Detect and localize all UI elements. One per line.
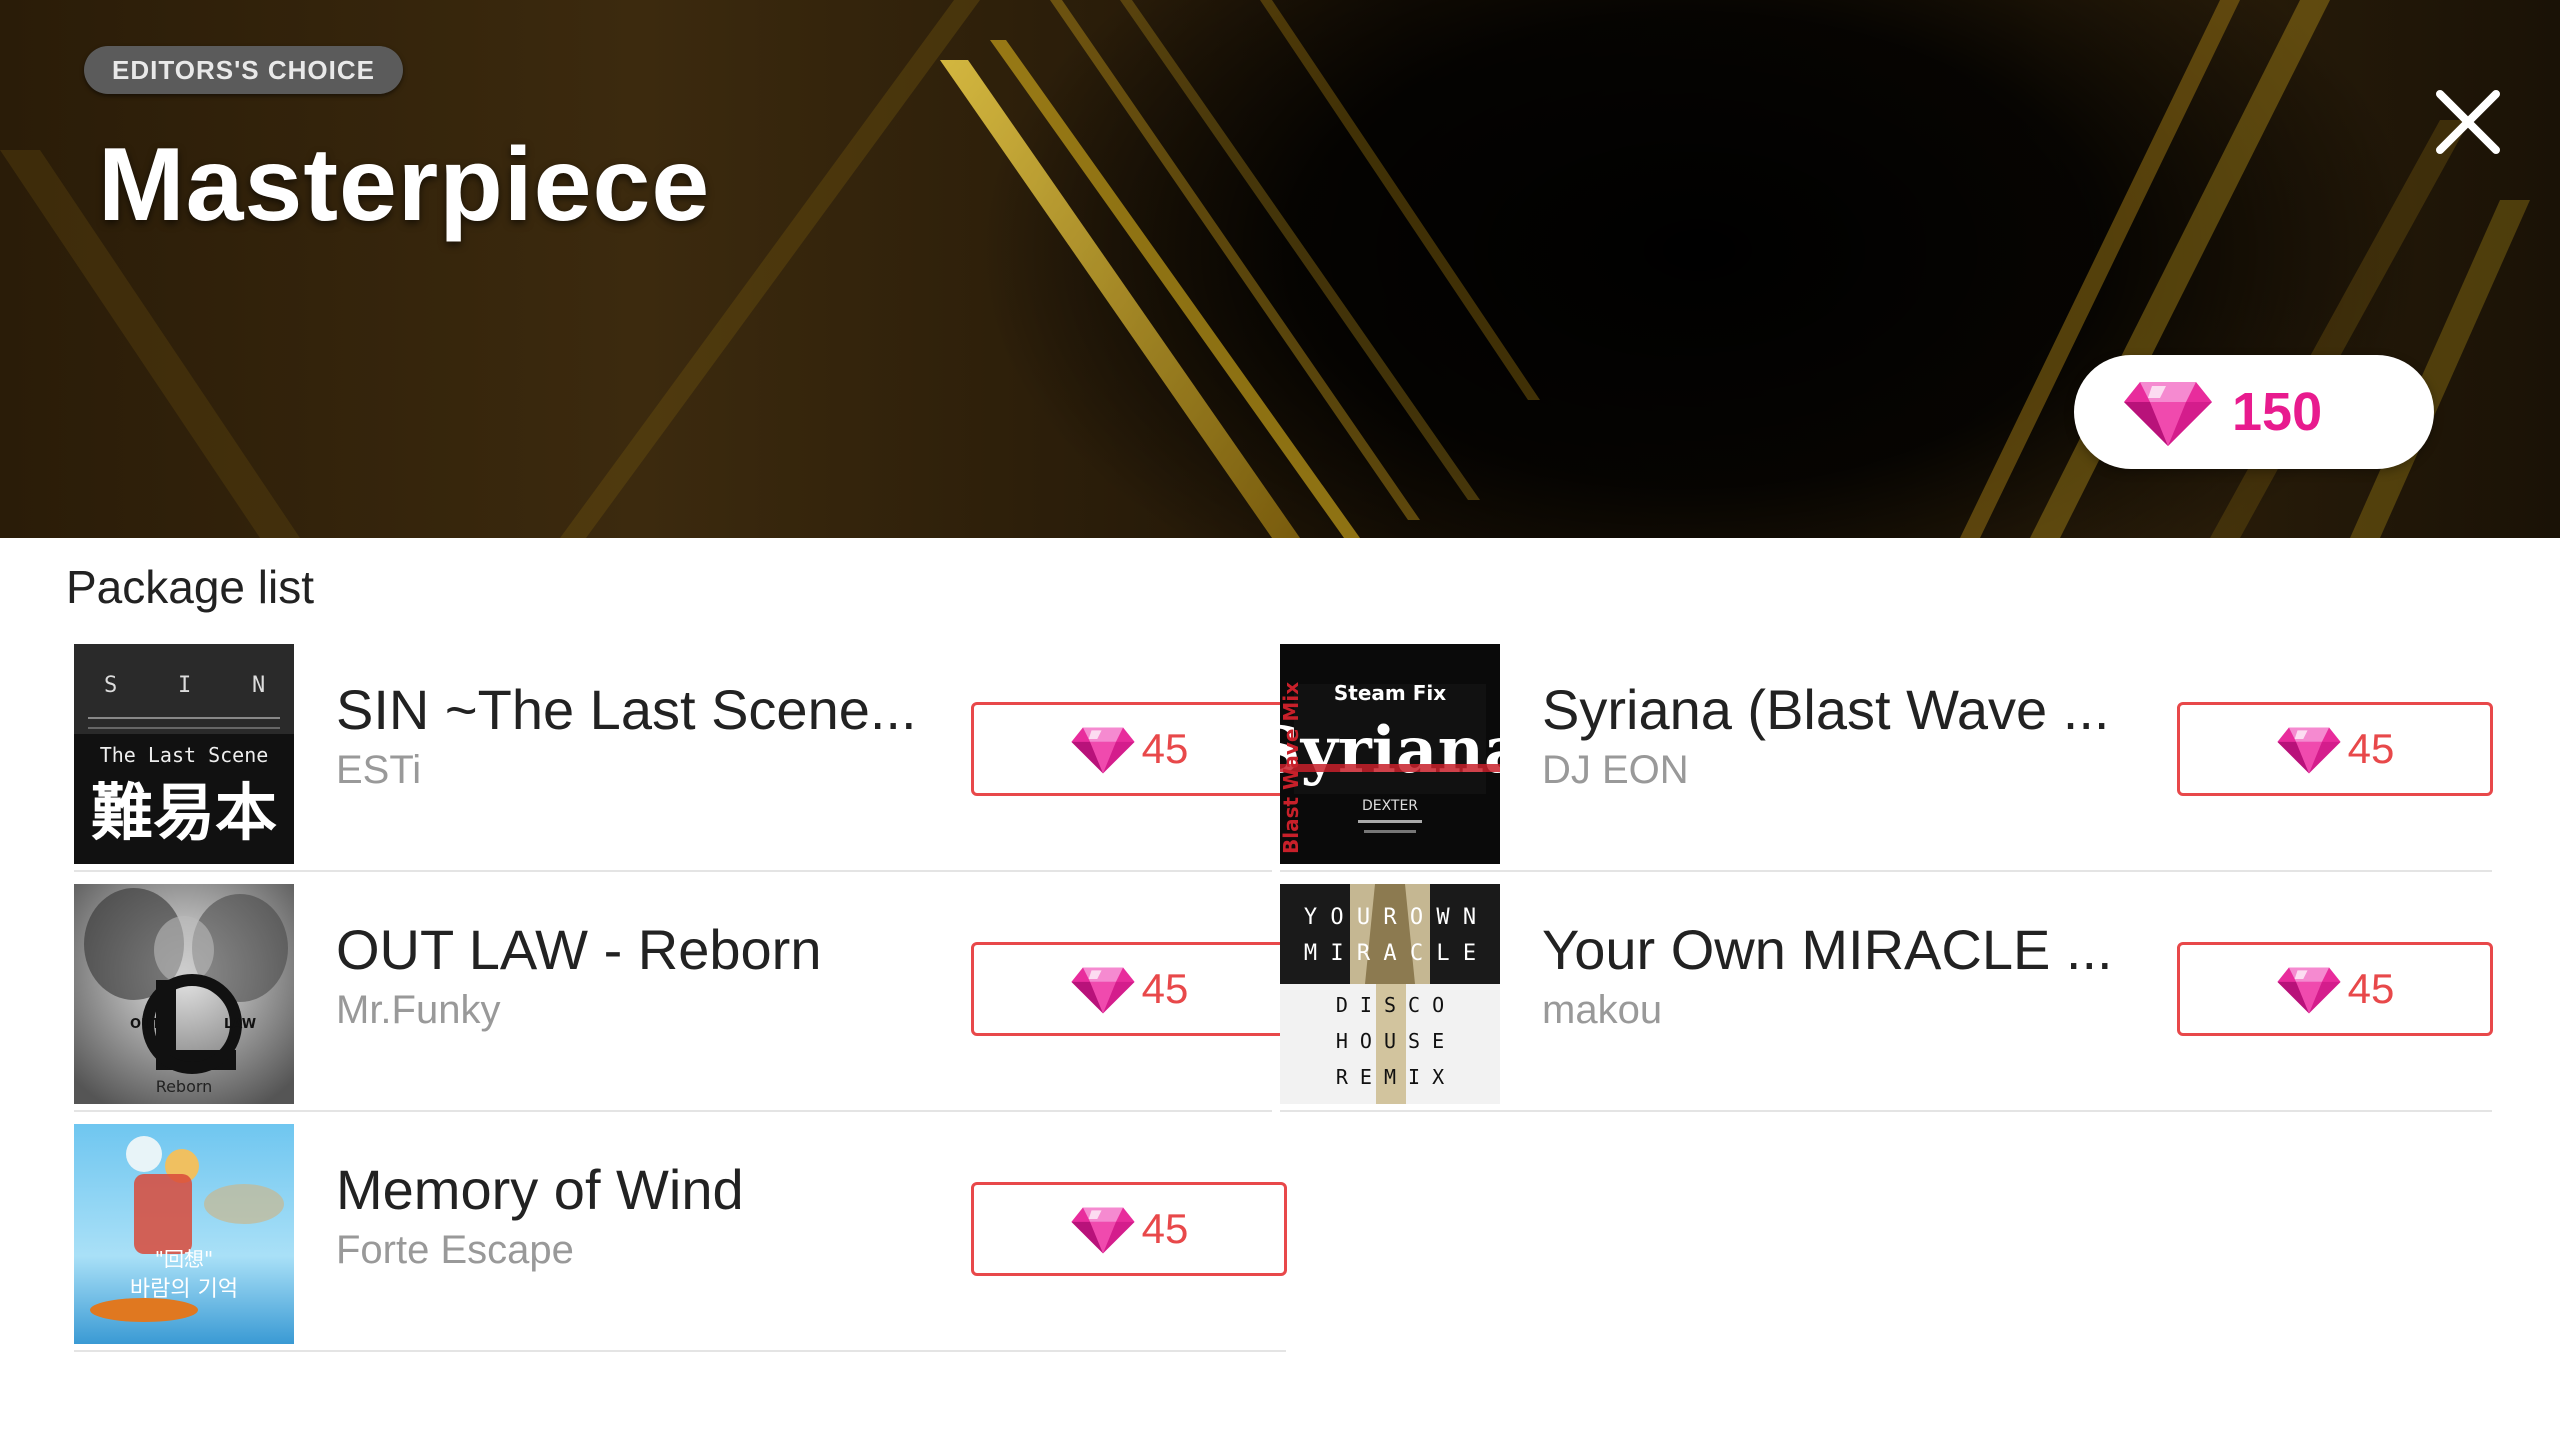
svg-text:I: I <box>178 673 191 698</box>
list-item[interactable]: Y O U R O W N M I R A C L E D I S C O H … <box>1272 880 2493 1120</box>
svg-text:LAW: LAW <box>224 1017 256 1032</box>
svg-text:N: N <box>252 673 265 698</box>
svg-text:Syriana: Syriana <box>1280 713 1500 788</box>
list-item[interactable]: OUT LAW Reborn OUT LAW - Reborn Mr.Funky… <box>66 880 1287 1120</box>
song-title: OUT LAW - Reborn <box>336 918 822 981</box>
song-artist: Mr.Funky <box>336 988 501 1032</box>
song-title: SIN ~The Last Scene... <box>336 678 917 741</box>
album-cover: "回想" 바람의 기억 <box>74 1124 294 1344</box>
header-banner: EDITORS'S CHOICE Masterpiece 150 <box>0 0 2560 538</box>
buy-song-button[interactable]: 45 <box>971 942 1287 1036</box>
gem-icon <box>1071 1207 1135 1254</box>
song-title: Your Own MIRACLE ... <box>1542 918 2113 981</box>
buy-song-button[interactable]: 45 <box>971 1182 1287 1276</box>
album-cover: Steam Fix Syriana Blast Wave Mix DEXTER <box>1280 644 1500 864</box>
page-title: Masterpiece <box>98 127 711 243</box>
gem-icon <box>2277 967 2341 1014</box>
buy-all-button[interactable]: 150 <box>2074 355 2434 469</box>
list-item[interactable]: "回想" 바람의 기억 Memory of Wind Forte Escape … <box>66 1120 1287 1360</box>
svg-text:難易本: 難易本 <box>91 776 277 849</box>
song-price: 45 <box>1141 965 1189 1012</box>
svg-text:Y O U R O W N: Y O U R O W N <box>1304 905 1476 930</box>
buy-song-button[interactable]: 45 <box>971 702 1287 796</box>
svg-text:D I S C O: D I S C O <box>1336 993 1444 1017</box>
song-price: 45 <box>2347 965 2395 1012</box>
svg-text:H O U S E: H O U S E <box>1336 1029 1444 1053</box>
song-artist: ESTi <box>336 748 422 792</box>
gem-icon <box>2277 727 2341 774</box>
svg-text:Blast Wave Mix: Blast Wave Mix <box>1280 682 1303 854</box>
song-title: Memory of Wind <box>336 1158 744 1221</box>
gem-icon <box>1071 967 1135 1014</box>
song-artist: Forte Escape <box>336 1228 574 1272</box>
svg-text:"回想": "回想" <box>155 1247 213 1271</box>
svg-text:M I R A C L E: M I R A C L E <box>1304 941 1476 966</box>
gem-icon <box>1071 727 1135 774</box>
list-item[interactable]: S I N The Last Scene 難易本 SIN ~The Last S… <box>66 640 1287 880</box>
svg-text:The Last Scene: The Last Scene <box>100 743 269 767</box>
song-artist: DJ EON <box>1542 748 1689 792</box>
album-cover: S I N The Last Scene 難易本 <box>74 644 294 864</box>
album-cover: Y O U R O W N M I R A C L E D I S C O H … <box>1280 884 1500 1104</box>
list-item[interactable]: Steam Fix Syriana Blast Wave Mix DEXTER … <box>1272 640 2493 880</box>
package-list-heading: Package list <box>66 561 315 613</box>
svg-text:OUT: OUT <box>130 1017 161 1032</box>
row-divider <box>1280 870 2492 872</box>
svg-text:R E M I X: R E M I X <box>1336 1065 1444 1089</box>
song-title: Syriana (Blast Wave ... <box>1542 678 2110 741</box>
row-divider <box>74 870 1272 872</box>
svg-text:Steam Fix: Steam Fix <box>1334 681 1446 705</box>
close-icon <box>2436 90 2500 154</box>
row-divider <box>1280 1110 2492 1112</box>
row-divider <box>74 1350 1286 1352</box>
song-price: 45 <box>1141 1205 1189 1252</box>
song-price: 45 <box>2347 725 2395 772</box>
row-divider <box>74 1110 1272 1112</box>
svg-text:바람의 기억: 바람의 기억 <box>130 1277 238 1302</box>
buy-song-button[interactable]: 45 <box>2177 942 2493 1036</box>
gem-icon <box>2124 382 2212 446</box>
album-cover: OUT LAW Reborn <box>74 884 294 1104</box>
svg-text:DEXTER: DEXTER <box>1362 798 1418 814</box>
svg-text:Reborn: Reborn <box>156 1077 213 1096</box>
package-detail-screen: EDITORS'S CHOICE Masterpiece 150 Package… <box>0 0 2560 1440</box>
editors-choice-badge: EDITORS'S CHOICE <box>84 46 403 94</box>
song-price: 45 <box>1141 725 1189 772</box>
package-price: 150 <box>2232 382 2323 442</box>
close-button[interactable] <box>2428 82 2508 162</box>
song-artist: makou <box>1542 988 1663 1032</box>
svg-text:S: S <box>104 673 117 698</box>
buy-song-button[interactable]: 45 <box>2177 702 2493 796</box>
